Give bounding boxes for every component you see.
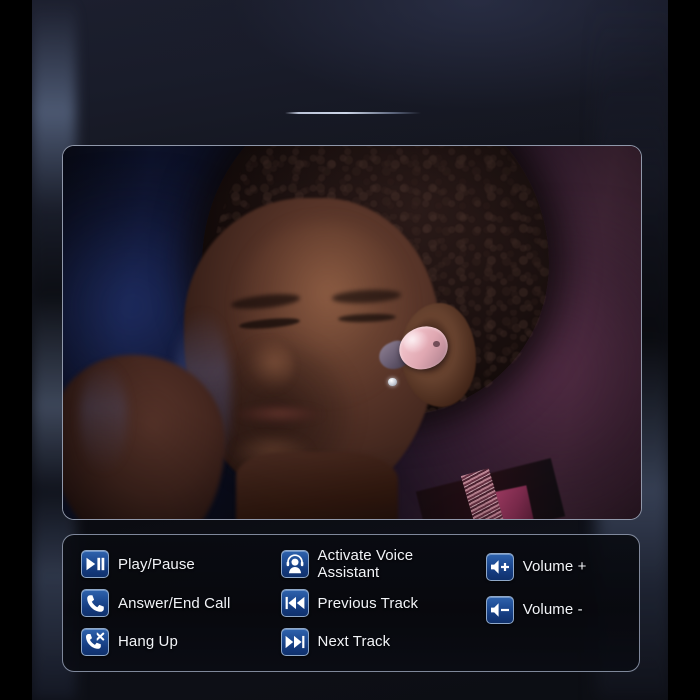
legend-label: Answer/End Call [118, 594, 231, 612]
volume-down-icon [485, 595, 514, 624]
phone-answer-icon [81, 589, 109, 617]
legend-item-previous-track[interactable]: Previous Track [280, 584, 486, 623]
legend-item-volume-up[interactable]: Volume + [485, 545, 625, 588]
subject-hand-rimlight [80, 362, 127, 475]
legend-item-volume-down[interactable]: Volume - [485, 588, 625, 631]
product-photo [63, 146, 641, 519]
volume-up-icon [485, 552, 514, 581]
legend-item-answer-end-call[interactable]: Answer/End Call [81, 584, 281, 623]
previous-track-icon [280, 589, 309, 617]
control-legend-panel: Play/Pause Answer/End Call Hang Up Activ… [62, 534, 640, 672]
voice-assistant-icon [280, 550, 309, 579]
legend-item-hang-up[interactable]: Hang Up [81, 622, 281, 661]
legend-item-play-pause[interactable]: Play/Pause [81, 545, 281, 584]
right-letterbox-bar [668, 0, 700, 700]
legend-label: Next Track [317, 633, 391, 651]
left-letterbox-bar [0, 0, 32, 700]
legend-column-2: Activate Voice Assistant Previous Track [280, 545, 486, 661]
legend-label: Hang Up [118, 633, 178, 651]
next-track-icon [280, 627, 309, 656]
product-photo-panel [62, 145, 642, 520]
legend-label: Activate Voice Assistant [317, 547, 414, 582]
subject-nose [242, 339, 295, 393]
product-info-panel: Play/Pause Answer/End Call Hang Up Activ… [0, 0, 700, 700]
legend-label: Play/Pause [118, 555, 195, 573]
legend-column-3: Volume + Volume - [485, 545, 625, 661]
legend-label: Volume - [522, 601, 583, 618]
phone-hangup-icon [81, 627, 109, 656]
legend-label: Volume + [522, 558, 587, 575]
legend-item-activate-voice-assistant[interactable]: Activate Voice Assistant [280, 545, 486, 584]
legend-label: Previous Track [317, 594, 419, 612]
legend-item-next-track[interactable]: Next Track [280, 622, 486, 661]
subject-neck [236, 451, 399, 519]
subject-lips [236, 405, 324, 424]
play-pause-icon [81, 550, 109, 579]
photo-subject [63, 146, 641, 519]
legend-column-1: Play/Pause Answer/End Call Hang Up [81, 545, 281, 661]
earbud-mic-dot [433, 340, 440, 347]
accent-divider-line [285, 112, 421, 114]
